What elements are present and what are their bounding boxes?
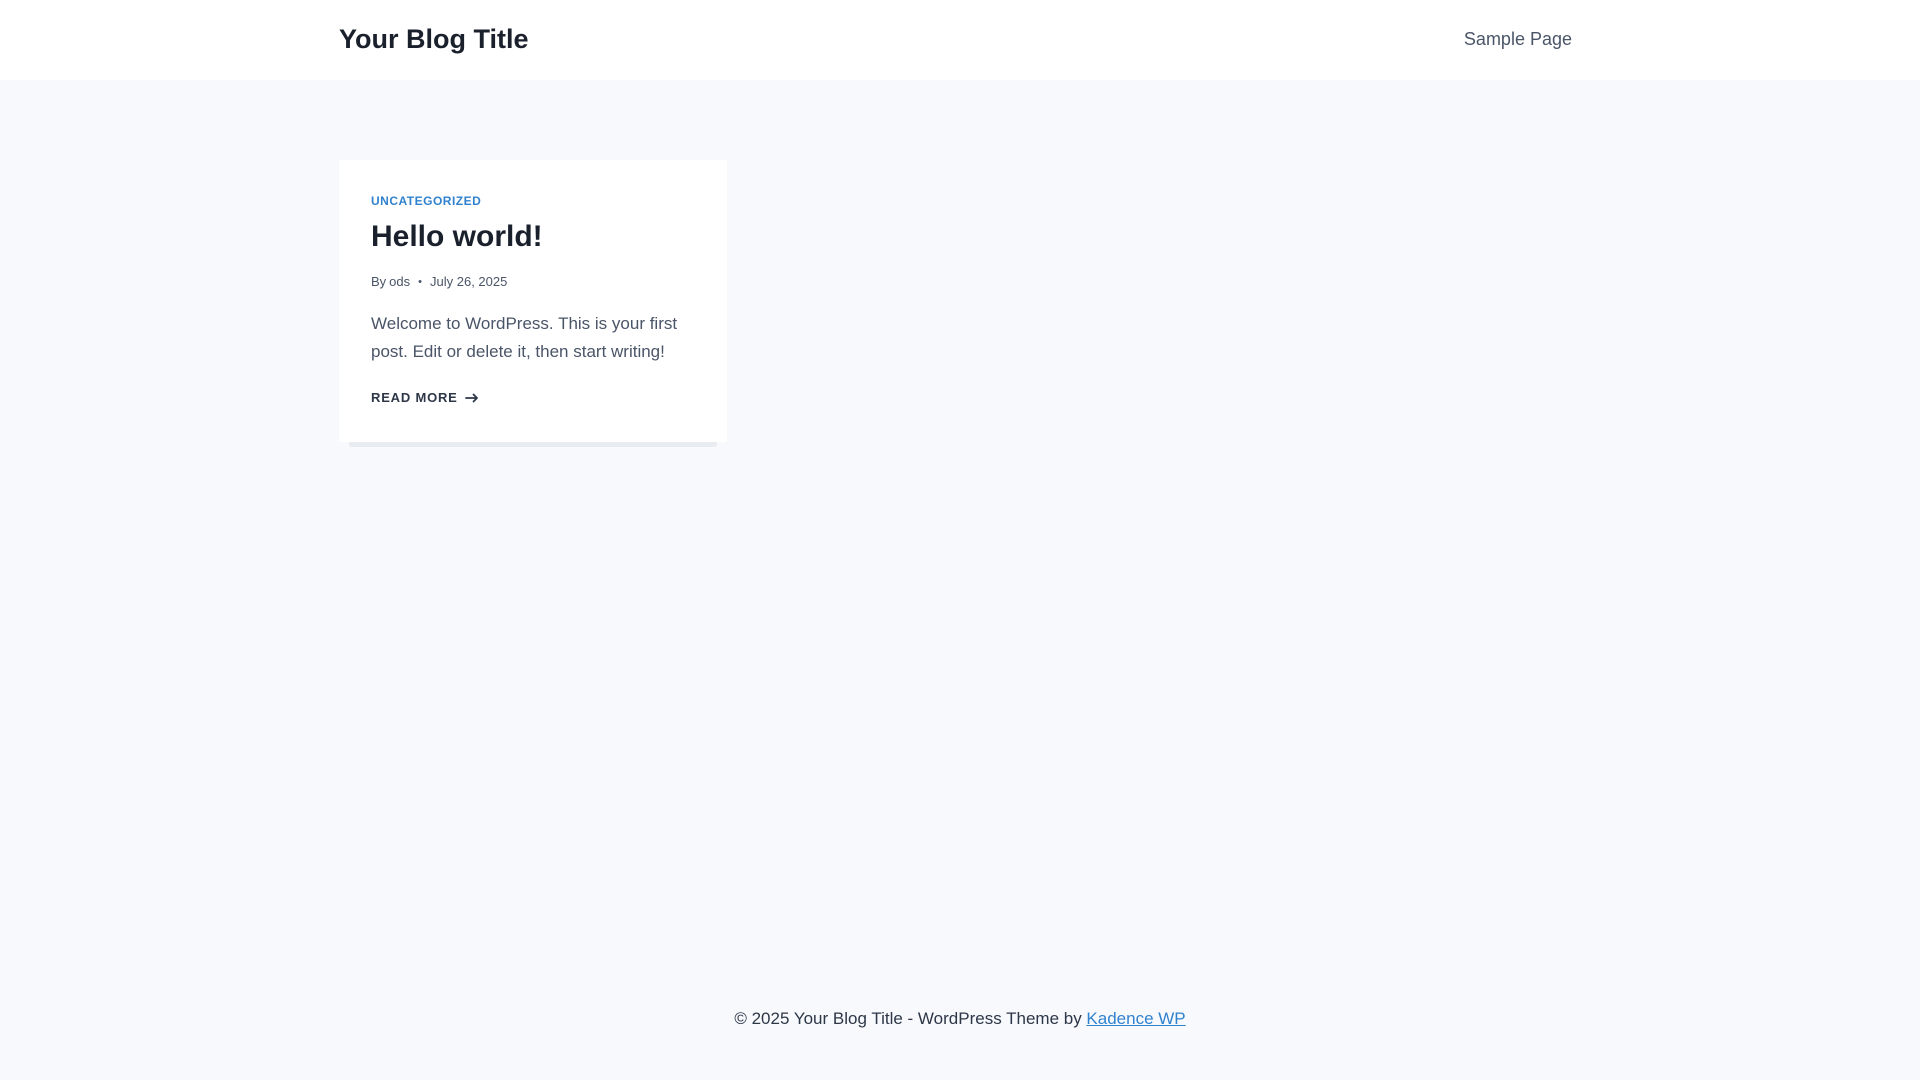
site-footer: © 2025 Your Blog Title - WordPress Theme…	[0, 1008, 1920, 1030]
post-meta: By ods • July 26, 2025	[371, 274, 507, 290]
nav-item-sample-page[interactable]: Sample Page	[1464, 28, 1572, 50]
post-title-link[interactable]: Hello world!	[371, 218, 543, 256]
arrow-right-icon	[464, 393, 478, 403]
post-category-link[interactable]: UNCATEGORIZED	[371, 194, 481, 208]
site-title-link[interactable]: Your Blog Title	[339, 22, 529, 56]
footer-theme-link[interactable]: Kadence WP	[1086, 1009, 1185, 1028]
site-header: Your Blog Title Sample Page	[0, 0, 1920, 80]
post-excerpt: Welcome to WordPress. This is your first…	[371, 314, 678, 361]
read-more-label: READ MORE	[371, 390, 458, 405]
post-card: UNCATEGORIZED Hello world! By ods • July…	[339, 160, 727, 442]
post-author-link[interactable]: ods	[389, 274, 410, 290]
card-shadow	[349, 442, 717, 447]
meta-separator: •	[418, 276, 422, 288]
post-date: July 26, 2025	[430, 274, 508, 289]
footer-text: © 2025 Your Blog Title - WordPress Theme…	[734, 1009, 1087, 1028]
read-more-link[interactable]: READ MORE	[371, 390, 479, 406]
by-label: By	[371, 274, 387, 289]
